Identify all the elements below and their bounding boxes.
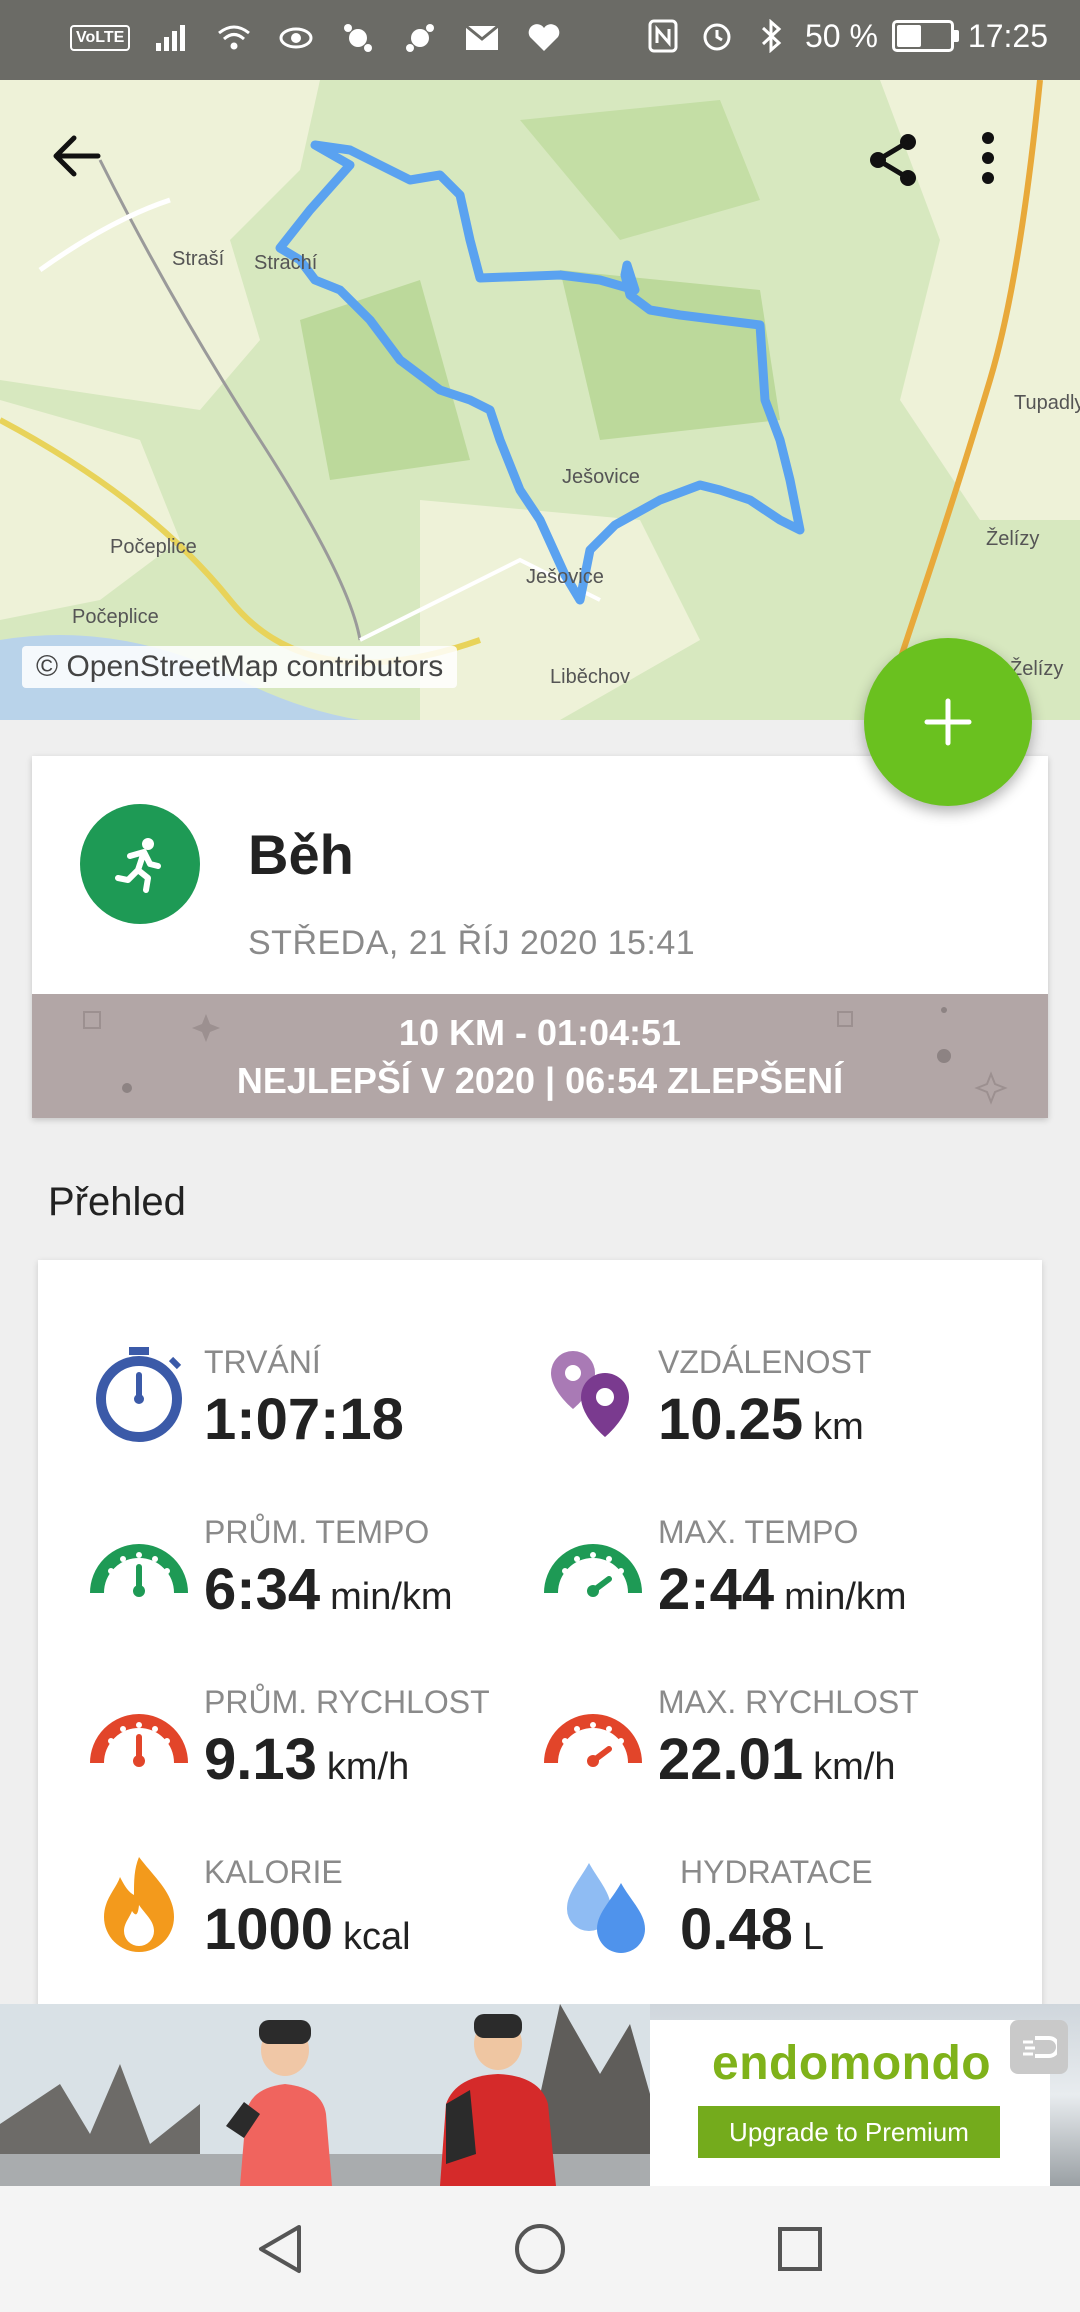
triangle-back-icon [259,2225,301,2273]
stat-unit: km [813,1406,864,1448]
upgrade-premium-button[interactable]: Upgrade to Premium [698,2106,1000,2158]
stat-unit: km/h [813,1746,896,1788]
map-place-label: Liběchov [550,666,631,688]
stat-value: 9.13 [204,1727,317,1792]
record-improvement: NEJLEPŠÍ V 2020 | 06:54 ZLEPŠENÍ [236,1060,844,1101]
stat-label: HYDRATACE [680,1854,873,1890]
app-icon [400,18,440,58]
back-button[interactable] [48,128,120,200]
battery-percent: 50 % [804,17,878,54]
stat-avg-speed: PRŮM. RYCHLOST 9.13 km/h [84,1678,534,1818]
stat-hydration: HYDRATACE 0.48 L [560,1848,1010,1988]
add-button[interactable] [864,638,1032,806]
clock: 17:25 [967,17,1048,54]
circle-home-icon [515,2224,565,2274]
volte-indicator: VoLTE [70,25,131,51]
sport-badge [80,804,200,924]
share-icon [870,134,916,186]
app-icon [338,18,378,58]
stat-distance: VZDÁLENOST 10.25 km [538,1338,988,1478]
map-place-label: Strachí [254,252,318,274]
ad-banner[interactable]: endomondo Upgrade to Premium [0,2004,1080,2186]
stat-label: MAX. RYCHLOST [658,1684,919,1720]
stat-label: MAX. TEMPO [658,1514,859,1550]
system-navigation-bar [0,2186,1080,2312]
stat-label: PRŮM. RYCHLOST [204,1684,490,1720]
stat-duration: TRVÁNÍ 1:07:18 [84,1338,534,1478]
endomondo-logo: endomondo [712,2037,992,2090]
plus-icon [924,698,972,746]
nav-recents-button[interactable] [760,2209,840,2289]
stat-avg-pace: PRŮM. TEMPO 6:34 min/km [84,1508,534,1648]
more-vertical-icon [982,132,994,184]
stat-value: 22.01 [658,1727,804,1792]
running-icon [115,838,161,893]
square-recents-icon [778,2227,822,2271]
workout-datetime: STŘEDA, 21 ŘÍJ 2020 15:41 [248,924,696,962]
stat-max-speed: MAX. RYCHLOST 22.01 km/h [538,1678,988,1818]
stat-label: PRŮM. TEMPO [204,1514,430,1550]
stat-max-pace: MAX. TEMPO 2:44 min/km [538,1508,988,1648]
more-options-button[interactable] [978,130,1050,202]
stat-calories: KALORIE 1000 kcal [84,1848,534,1988]
stopwatch-icon [84,1338,194,1448]
workout-header-card: Běh STŘEDA, 21 ŘÍJ 2020 15:41 10 KM - 01… [32,756,1048,1118]
stat-unit: L [802,1916,825,1958]
nav-back-button[interactable] [240,2209,320,2289]
stat-unit: kcal [343,1916,411,1958]
flame-icon [84,1848,194,1958]
stat-label: KALORIE [204,1854,343,1890]
map-place-label: Tupadly [1014,392,1080,414]
signal-icon [152,18,192,58]
stat-value: 2:44 [658,1557,775,1622]
map-place-label: Ješovice [562,466,640,488]
map-place-label: Počeplice [110,536,197,558]
stat-value: 1:07:18 [204,1387,404,1452]
map-place-label: Počeplice [72,606,159,628]
stat-unit: km/h [326,1746,410,1788]
stat-value: 1000 [204,1897,334,1962]
water-drops-icon [550,1848,660,1958]
map-place-label: Želízy [986,528,1040,550]
stat-value: 6:34 [204,1557,321,1622]
record-summary: 10 KM - 01:04:51 [398,1012,682,1053]
ad-runners-photo [0,2004,650,2186]
stat-unit: min/km [784,1576,907,1618]
map-attribution[interactable]: © OpenStreetMap contributors [22,646,458,688]
ad-info-icon [1023,2036,1057,2058]
heart-icon [524,18,564,58]
arrow-left-icon [53,135,101,177]
battery-icon [891,20,959,52]
personal-record-banner[interactable]: 10 KM - 01:04:51 NEJLEPŠÍ V 2020 | 06:54… [32,994,1048,1118]
nfc-icon [643,16,683,56]
stat-label: TRVÁNÍ [204,1344,321,1380]
overview-stats-card: TRVÁNÍ 1:07:18 VZDÁLENOST 10.25 km PRŮM. … [38,1260,1042,2020]
sport-title: Běh [248,823,354,886]
ad-choices-badge[interactable] [1010,2020,1068,2074]
share-button[interactable] [864,130,936,202]
stat-label: VZDÁLENOST [658,1344,872,1380]
speedometer-icon [538,1508,648,1618]
stat-value: 0.48 [680,1897,793,1962]
eye-icon [276,18,316,58]
alarm-icon [697,16,737,56]
stat-value: 10.25 [658,1387,804,1452]
map-place-label: Straší [172,248,225,270]
wifi-icon [214,18,254,58]
map-place-label: Ješovice [526,566,604,588]
route-map[interactable]: Straší Strachí Ješovice Ješovice Počepli… [0,80,1080,720]
overview-title: Přehled [48,1180,186,1224]
speedometer-icon [84,1678,194,1788]
bluetooth-icon [751,16,791,56]
stat-unit: min/km [330,1576,453,1618]
speedometer-icon [84,1508,194,1618]
status-bar: VoLTE 50 % 17:25 [0,0,1080,80]
speedometer-icon [538,1678,648,1788]
ad-panel[interactable]: endomondo Upgrade to Premium [650,2020,1050,2186]
mail-icon [462,18,502,58]
nav-home-button[interactable] [500,2209,580,2289]
location-pins-icon [538,1338,648,1448]
